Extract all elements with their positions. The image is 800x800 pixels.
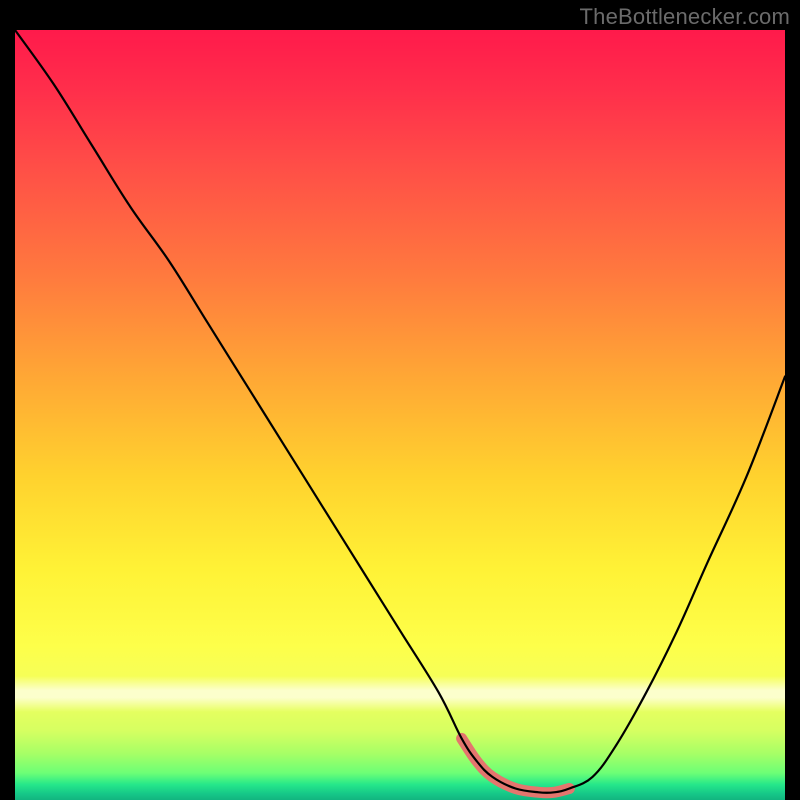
bottleneck-curve-line bbox=[15, 30, 785, 793]
curve-svg bbox=[15, 30, 785, 800]
optimal-range-highlight bbox=[462, 738, 570, 792]
chart-frame: TheBottlenecker.com bbox=[0, 0, 800, 800]
plot-area bbox=[15, 30, 785, 800]
attribution-text: TheBottlenecker.com bbox=[580, 4, 790, 30]
